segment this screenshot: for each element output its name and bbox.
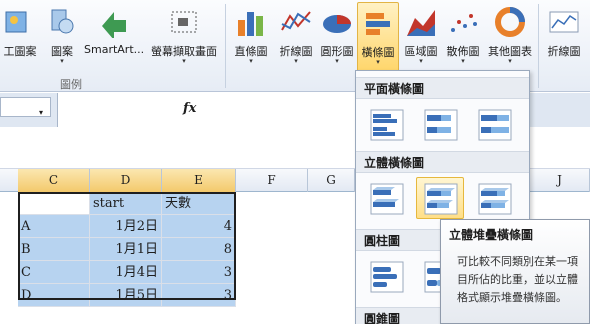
3d-stacked-bar-option[interactable] — [416, 177, 464, 219]
cell-c4[interactable]: C — [18, 261, 90, 284]
100-stacked-bar-icon — [478, 109, 512, 141]
section-2d-bar: 平面橫條圖 — [356, 77, 529, 99]
sparkline-line-icon — [549, 11, 579, 33]
cell-e5[interactable]: 3 — [162, 284, 236, 307]
shapes-button[interactable]: 圖案 ▾ — [42, 2, 82, 70]
3d-100-stacked-bar-option[interactable] — [470, 177, 518, 219]
clustered-bar-icon — [370, 109, 404, 141]
other-charts-button[interactable]: 其他圖表 ▾ — [484, 2, 536, 70]
pie-chart-button[interactable]: 圓形圖 ▾ — [316, 2, 358, 70]
formula-input[interactable]: fx — [57, 93, 357, 127]
column-header-e[interactable]: E — [162, 169, 236, 192]
column-header-f[interactable]: F — [236, 169, 308, 192]
other-charts-icon — [495, 7, 525, 37]
cell-c3[interactable]: B — [18, 238, 90, 261]
column-chart-button[interactable]: 直條圖 ▾ — [228, 2, 274, 70]
pie-chart-icon — [323, 15, 351, 33]
shapes-icon — [51, 9, 74, 34]
3d-100-stacked-bar-icon — [478, 183, 512, 215]
cell-d2[interactable]: 1月2日 — [90, 215, 162, 238]
cell-e3[interactable]: 8 — [162, 238, 236, 261]
cell-c5[interactable]: D — [18, 284, 90, 307]
screenshot-icon — [171, 11, 197, 33]
bar-chart-button[interactable]: 橫條圖 ▾ — [357, 2, 399, 72]
smartart-icon — [102, 12, 126, 38]
tooltip-title: 立體堆疊橫條圖 — [449, 228, 534, 242]
group-label-illustrations: 圖例 — [60, 78, 82, 91]
clip-art-icon — [5, 11, 27, 33]
name-box[interactable]: ▾ — [0, 97, 51, 117]
chart-type-tooltip: 立體堆疊橫條圖 可比較不同類別在某一項目所佔的比重，並以立體格式顯示堆疊橫條圖。 — [440, 219, 590, 324]
cell-e2[interactable]: 4 — [162, 215, 236, 238]
clip-art-button[interactable]: 工圖案 — [0, 2, 40, 70]
cylinder-bar-option[interactable] — [362, 255, 410, 297]
sparkline-line-button[interactable]: 折線圖 — [541, 2, 587, 70]
scatter-chart-icon — [451, 14, 477, 32]
cell-e4[interactable]: 3 — [162, 261, 236, 284]
column-header-j[interactable]: J — [530, 169, 590, 192]
smartart-button[interactable]: SmartArt... — [84, 2, 144, 70]
3d-clustered-bar-icon — [370, 183, 404, 215]
column-chart-icon — [238, 12, 263, 36]
cell-d5[interactable]: 1月5日 — [90, 284, 162, 307]
column-header-d[interactable]: D — [90, 169, 162, 192]
line-chart-icon — [281, 11, 311, 31]
fx-icon[interactable]: fx — [183, 101, 196, 116]
clustered-bar-option[interactable] — [362, 103, 410, 145]
excel-window: 工圖案 圖案 ▾ SmartArt... 螢幕擷取畫面 ▾ 直條圖 ▾ 折線圖 … — [0, 0, 590, 324]
ribbon-separator — [225, 4, 226, 88]
cell-d4[interactable]: 1月4日 — [90, 261, 162, 284]
cell-d3[interactable]: 1月1日 — [90, 238, 162, 261]
3d-clustered-bar-option[interactable] — [362, 177, 410, 219]
cell-e1[interactable]: 天數 — [162, 192, 236, 215]
ribbon-separator — [538, 4, 539, 88]
screenshot-button[interactable]: 螢幕擷取畫面 ▾ — [146, 2, 222, 70]
column-header-c[interactable]: C — [18, 169, 90, 192]
chevron-down-icon[interactable]: ▾ — [39, 108, 43, 117]
column-header-g[interactable]: G — [308, 169, 355, 192]
100-stacked-bar-option[interactable] — [470, 103, 518, 145]
bar-chart-icon — [366, 13, 390, 35]
tooltip-body: 可比較不同類別在某一項目所佔的比重，並以立體格式顯示堆疊橫條圖。 — [457, 255, 578, 304]
cell-d1[interactable]: start — [90, 192, 162, 215]
3d-stacked-bar-icon — [424, 183, 458, 215]
line-chart-button[interactable]: 折線圖 ▾ — [274, 2, 318, 70]
cylinder-bar-icon — [370, 261, 404, 293]
area-chart-icon — [407, 10, 435, 36]
stacked-bar-icon — [424, 109, 458, 141]
scatter-chart-button[interactable]: 散佈圖 ▾ — [442, 2, 484, 70]
cell-c1[interactable] — [18, 192, 90, 215]
section-3d-bar: 立體橫條圖 — [356, 151, 529, 173]
cell-c2[interactable]: A — [18, 215, 90, 238]
area-chart-button[interactable]: 區域圖 ▾ — [400, 2, 442, 70]
stacked-bar-option[interactable] — [416, 103, 464, 145]
